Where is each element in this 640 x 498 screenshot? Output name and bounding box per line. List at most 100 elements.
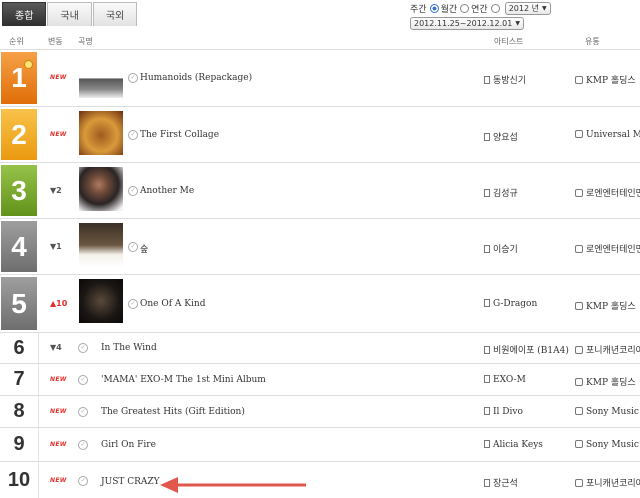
- distributor-name[interactable]: KMP 홀딩스: [575, 73, 636, 86]
- period-select[interactable]: 2012.11.25~2012.12.01 ▼: [410, 17, 524, 30]
- album-cover[interactable]: [79, 167, 123, 211]
- tab-international[interactable]: 국외: [92, 2, 138, 26]
- distributor-name[interactable]: Sony Music: [575, 407, 639, 417]
- artist-name[interactable]: 장근석: [484, 476, 518, 489]
- rank-number: 8: [0, 396, 39, 427]
- check-icon[interactable]: ✓: [78, 407, 88, 417]
- distributor-text: Sony Music: [586, 440, 639, 450]
- header-song: 곡명: [78, 37, 93, 46]
- rank-number: 7: [0, 364, 39, 395]
- rank-badge: 5: [1, 277, 37, 330]
- rank-number: 5: [11, 287, 27, 319]
- year-select[interactable]: 2012 년 ▼: [504, 2, 551, 15]
- check-icon[interactable]: ✓: [128, 73, 138, 83]
- album-title[interactable]: One Of A Kind: [140, 299, 205, 309]
- artist-name[interactable]: 김성규: [484, 186, 518, 199]
- year-select-value: 2012 년: [508, 4, 539, 13]
- distributor-name[interactable]: KMP 홀딩스: [575, 375, 636, 388]
- artist-name[interactable]: EXO-M: [484, 375, 526, 385]
- artist-name[interactable]: Alicia Keys: [484, 440, 543, 450]
- rank-number: 10: [0, 462, 39, 498]
- table-row: 1 NEW ✓ Humanoids (Repackage) 동방신기 KMP 홀…: [0, 50, 640, 107]
- artist-text: EXO-M: [493, 375, 526, 385]
- artist-name[interactable]: 비원에이포 (B1A4): [484, 343, 569, 356]
- album-title[interactable]: Another Me: [140, 186, 194, 196]
- check-icon[interactable]: ✓: [128, 299, 138, 309]
- artist-name[interactable]: 이승기: [484, 242, 518, 255]
- check-icon[interactable]: ✓: [78, 343, 88, 353]
- header-distributor: 유통: [585, 37, 600, 46]
- label-icon: [575, 130, 583, 138]
- label-icon: [575, 245, 583, 253]
- artist-name[interactable]: Il Divo: [484, 407, 523, 417]
- distributor-name[interactable]: Universal Music: [575, 130, 640, 140]
- rank-change: NEW: [50, 376, 67, 383]
- distributor-name[interactable]: KMP 홀딩스: [575, 299, 636, 312]
- distributor-name[interactable]: 로엔엔터테인먼트: [575, 242, 640, 255]
- album-title[interactable]: Humanoids (Repackage): [140, 73, 252, 83]
- label-icon: [575, 302, 583, 310]
- tab-domestic[interactable]: 국내: [47, 2, 92, 26]
- artist-text: Il Divo: [493, 407, 523, 417]
- distributor-text: KMP 홀딩스: [586, 76, 636, 86]
- distributor-name[interactable]: 로엔엔터테인먼트: [575, 186, 640, 199]
- album-cover[interactable]: [79, 111, 123, 155]
- album-title[interactable]: JUST CRAZY: [101, 477, 160, 487]
- label-icon: [575, 440, 583, 448]
- artist-name[interactable]: 양요섭: [484, 130, 518, 143]
- artist-icon: [484, 440, 490, 448]
- album-cover[interactable]: [79, 279, 123, 323]
- distributor-name[interactable]: 포니캐년코리아: [575, 476, 640, 489]
- album-title[interactable]: Girl On Fire: [101, 440, 156, 450]
- artist-icon: [484, 76, 490, 84]
- distributor-name[interactable]: 포니캐년코리아: [575, 343, 640, 356]
- album-title[interactable]: 숲: [140, 242, 148, 255]
- album-title[interactable]: The First Collage: [140, 130, 219, 140]
- check-icon[interactable]: ✓: [78, 476, 88, 486]
- distributor-text: 로엔엔터테인먼트: [586, 189, 640, 199]
- check-icon[interactable]: ✓: [128, 186, 138, 196]
- table-row: 9 NEW ✓ Girl On Fire Alicia Keys Sony Mu…: [0, 428, 640, 462]
- monthly-radio[interactable]: [429, 4, 439, 13]
- album-title[interactable]: In The Wind: [101, 343, 157, 353]
- album-title[interactable]: The Greatest Hits (Gift Edition): [101, 407, 245, 417]
- rank-badge: 3: [1, 165, 37, 216]
- distributor-text: 포니캐년코리아: [586, 346, 640, 356]
- table-row: 6 ▼4 ✓ In The Wind 비원에이포 (B1A4) 포니캐년코리아: [0, 333, 640, 364]
- artist-icon: [484, 479, 490, 487]
- extra-radio[interactable]: [490, 4, 500, 13]
- rank-change: ▼4: [50, 343, 62, 352]
- yearly-label: 연간: [471, 5, 488, 15]
- album-title[interactable]: 'MAMA' EXO-M The 1st Mini Album: [101, 375, 266, 385]
- artist-text: Alicia Keys: [493, 440, 543, 450]
- yearly-radio[interactable]: [460, 4, 470, 13]
- check-icon[interactable]: ✓: [78, 440, 88, 450]
- artist-icon: [484, 407, 490, 415]
- distributor-text: 포니캐년코리아: [586, 479, 640, 489]
- check-icon[interactable]: ✓: [128, 130, 138, 140]
- check-icon[interactable]: ✓: [78, 375, 88, 385]
- artist-text: 이승기: [493, 245, 518, 255]
- artist-text: 동방신기: [493, 76, 527, 86]
- rank-badge: 2: [1, 109, 37, 160]
- table-row: 10 NEW ✓ JUST CRAZY 장근석 포니캐년코리아: [0, 462, 640, 498]
- period-select-value: 2012.11.25~2012.12.01: [414, 19, 513, 28]
- album-cover[interactable]: [79, 223, 123, 267]
- check-icon[interactable]: ✓: [128, 242, 138, 252]
- category-tabs: 종합 국내 국외: [2, 2, 138, 27]
- album-cover[interactable]: [79, 54, 123, 98]
- rank-change: NEW: [50, 441, 67, 448]
- header-rank: 순위: [9, 37, 24, 46]
- weekly-label: 주간: [410, 5, 427, 15]
- distributor-name[interactable]: Sony Music: [575, 440, 639, 450]
- table-row: 2 NEW ✓ The First Collage 양요섭 Universal …: [0, 107, 640, 163]
- label-icon: [575, 378, 583, 386]
- tab-overall[interactable]: 종합: [2, 2, 47, 26]
- label-icon: [575, 76, 583, 84]
- period-filters: 주간 월간 연간 2012 년 ▼ 2012.11.25~2012.12.01 ▼: [410, 2, 551, 30]
- artist-name[interactable]: G-Dragon: [484, 299, 537, 309]
- distributor-text: 로엔엔터테인먼트: [586, 245, 640, 255]
- artist-text: 비원에이포 (B1A4): [493, 346, 569, 356]
- artist-name[interactable]: 동방신기: [484, 73, 526, 86]
- chevron-down-icon: ▼: [515, 20, 520, 27]
